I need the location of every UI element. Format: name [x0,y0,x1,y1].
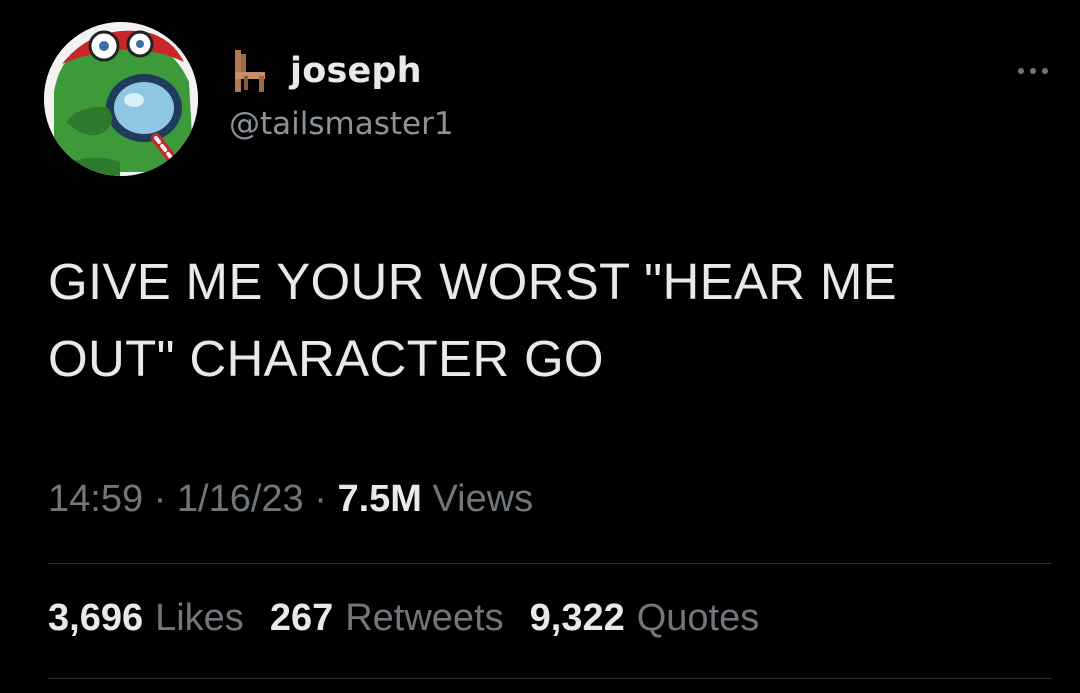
quotes-stat[interactable]: 9,322 Quotes [530,597,760,640]
views-count: 7.5M [337,478,422,520]
divider [48,678,1052,679]
retweets-stat[interactable]: 267 Retweets [270,597,504,640]
avatar-character-icon [44,22,198,176]
author-display-name[interactable]: joseph [290,51,422,91]
engagement-stats: 3,696 Likes 267 Retweets 9,322 Quotes [48,597,759,640]
quotes-label: Quotes [636,597,760,639]
tweet-text: GIVE ME YOUR WORST "HEAR ME OUT" CHARACT… [48,243,1048,397]
tweet-text-line: GIVE ME YOUR WORST "HEAR ME [48,253,897,310]
meta-separator: · [153,478,167,520]
likes-count: 3,696 [48,597,144,639]
chair-icon [235,50,265,92]
retweets-count: 267 [269,597,334,639]
author-handle[interactable]: @tailsmaster1 [229,106,454,142]
tweet-date[interactable]: 1/16/23 [177,478,304,520]
divider [48,563,1052,564]
author-name-row[interactable]: joseph [230,46,422,96]
retweets-label: Retweets [345,597,504,639]
meta-separator: · [314,478,327,520]
tweet-text-line: OUT" CHARACTER GO [48,330,604,387]
more-dot [1042,68,1048,74]
more-dot [1030,68,1036,74]
tweet-meta: 14:59 · 1/16/23 · 7.5M Views [48,478,533,521]
likes-label: Likes [155,597,244,639]
quotes-count: 9,322 [529,597,625,639]
more-options-icon[interactable] [1018,68,1048,74]
avatar[interactable] [44,22,198,176]
tweet-time[interactable]: 14:59 [48,478,143,520]
views-label: Views [432,478,534,520]
likes-stat[interactable]: 3,696 Likes [48,597,244,640]
more-dot [1018,68,1024,74]
